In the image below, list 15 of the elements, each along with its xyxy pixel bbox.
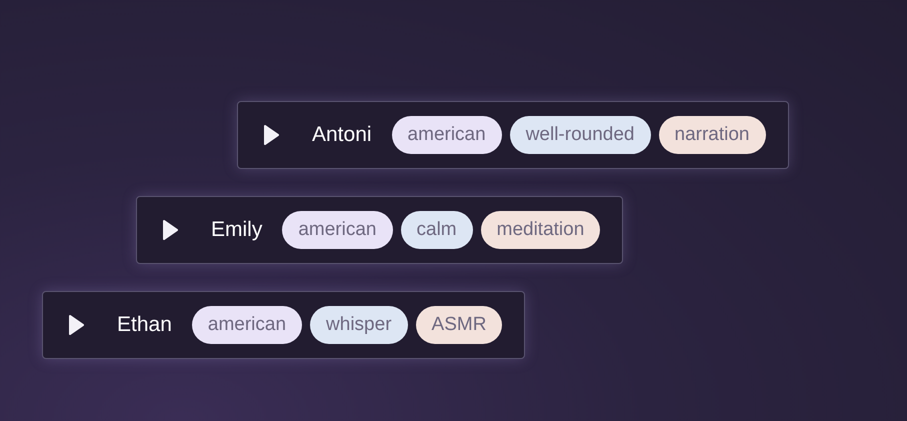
voice-tag: american: [192, 306, 302, 344]
voice-tag: well-rounded: [510, 116, 650, 154]
voice-tag: ASMR: [416, 306, 502, 344]
play-icon: [263, 125, 279, 145]
voice-tag: narration: [658, 116, 766, 154]
voice-name: Ethan: [117, 312, 172, 338]
play-icon: [68, 315, 84, 335]
voice-tag: meditation: [480, 211, 600, 249]
voice-tag: whisper: [310, 306, 408, 344]
voice-tag: american: [392, 116, 502, 154]
voice-name: Emily: [211, 217, 262, 244]
play-icon: [162, 220, 178, 240]
voice-tag: calm: [400, 211, 473, 249]
voice-tag: american: [282, 211, 392, 249]
voice-name: Antoni: [312, 122, 372, 148]
